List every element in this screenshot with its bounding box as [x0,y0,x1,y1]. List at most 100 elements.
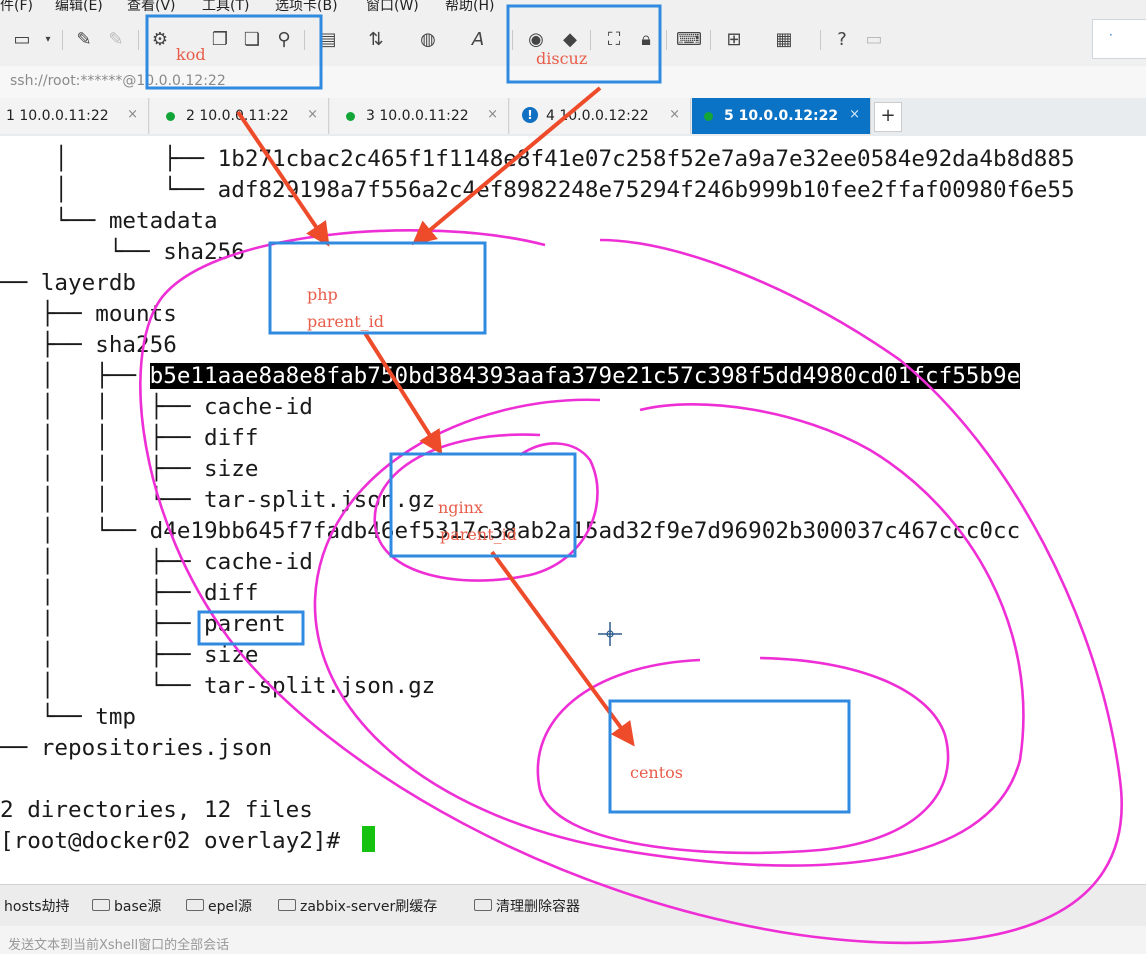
status-dot-icon [704,112,713,121]
new-tab-icon[interactable]: ⊞ [722,28,746,52]
toolbar-separator [666,30,667,50]
quick-command-label: epel源 [208,899,253,915]
keyboard-icon [474,899,492,911]
toolbar-separator [710,30,711,50]
menu-file[interactable]: 件(F) [0,0,33,14]
find-icon[interactable]: ⚲ [272,28,296,52]
terminal-line: └── metadata [0,208,218,234]
quick-command-bar: hosts劫持 base源 epel源 zabbix-server刷缓存 清理删… [0,884,1146,927]
terminal-line-prefix: │ ├── [0,363,150,389]
terminal-line: ├── mounts [0,301,177,327]
open-folder-icon[interactable]: ▭ [10,28,34,52]
address-bar[interactable]: ssh://root:******@10.0.0.12:22 [0,66,1146,99]
side-panel-toggle[interactable]: · [1092,19,1146,59]
tab-label: 2 10.0.0.11:22 [186,108,289,124]
toolbar: ▭ ▾ ✎ ✎ ⚙ ❐ ❏ ⚲ ▤ ⇅ ◍ A ◉ ◆ ⛶ 🔒︎ ⌨ ⊞ ▦ ?… [0,14,1146,66]
quick-command-zabbix[interactable]: zabbix-server刷缓存 [278,896,437,916]
terminal-line: ── repositories.json [0,735,273,761]
help-icon[interactable]: ? [830,28,854,52]
menu-window[interactable]: 窗口(W) [366,0,419,14]
tab-session-2[interactable]: 2 10.0.0.11:22 × [150,98,329,134]
keyboard-icon [92,899,110,911]
tab-session-5[interactable]: 5 10.0.0.12:22 × [692,98,871,134]
toolbar-separator [304,30,305,50]
quick-command-label: zabbix-server刷缓存 [300,899,438,915]
terminal-line: │ │ ├── diff [0,425,259,451]
dropdown-icon[interactable]: ▾ [36,28,60,52]
menu-tabs[interactable]: 选项卡(B) [275,0,338,14]
dot-icon: · [1109,28,1113,42]
xmanager-icon[interactable]: ◆ [558,28,582,52]
status-dot-icon [166,112,175,121]
terminal-line: └── tmp [0,704,137,730]
terminal-line: │ │ └── tar-split.json.gz [0,487,436,513]
lock-icon[interactable]: 🔒︎ [634,28,658,52]
new-tab-button[interactable]: + [874,102,902,132]
quick-command-epel[interactable]: epel源 [186,896,252,916]
keyboard-icon [186,899,204,911]
toolbar-separator [590,30,591,50]
shell-prompt: [root@docker02 overlay2]# [0,828,354,854]
toolbar-separator [138,30,139,50]
tab-session-4[interactable]: ! 4 10.0.0.12:22 × [510,98,691,134]
close-icon[interactable]: × [127,107,138,122]
prompt-line: [root@docker02 overlay2]# [0,826,375,857]
terminal-line: │ └── tar-split.json.gz [0,673,436,699]
tab-label: 5 10.0.0.12:22 [724,108,839,124]
terminal-line: ── layerdb [0,270,137,296]
terminal-line: │ ├── cache-id [0,549,313,575]
status-bar: 发送文本到当前Xshell窗口的全部会话 [0,926,1146,954]
terminal-line: │ └── d4e19bb645f7fadb46ef5317c38ab2a15a… [0,518,1021,544]
connect-icon[interactable]: ✎ [72,28,96,52]
tab-label: 4 10.0.0.12:22 [546,108,649,124]
close-icon[interactable]: × [669,107,680,122]
quick-command-hosts[interactable]: hosts劫持 [4,896,70,916]
terminal-line: ├── sha256 [0,332,177,358]
quick-command-cleanup[interactable]: 清理删除容器 [474,896,580,916]
terminal-line: │ ├── diff [0,580,259,606]
toolbar-separator [512,30,513,50]
transfer-icon[interactable]: ⇅ [364,28,388,52]
terminal-cursor [361,826,375,852]
tab-label: 1 10.0.0.11:22 [6,108,109,124]
menu-help[interactable]: 帮助(H) [445,0,494,14]
status-dot-icon [346,112,355,121]
print-icon[interactable]: ▤ [316,28,340,52]
keyboard-icon [278,899,296,911]
tab-label: 3 10.0.0.11:22 [366,108,469,124]
menu-tools[interactable]: 工具(T) [202,0,249,14]
close-icon[interactable]: × [849,107,860,122]
globe-icon[interactable]: ◍ [416,28,440,52]
menu-bar: 件(F) 编辑(E) 查看(V) 工具(T) 选项卡(B) 窗口(W) 帮助(H… [0,0,1146,14]
terminal[interactable]: │ ├── 1b271cbac2c465f1f1148e8f41e07c258f… [0,136,1146,884]
terminal-line: │ ├── 1b271cbac2c465f1f1148e8f41e07c258f… [0,146,1075,172]
copy-icon[interactable]: ❐ [208,28,232,52]
comment-icon[interactable]: ▭ [862,28,886,52]
close-icon[interactable]: × [487,107,498,122]
font-icon[interactable]: A [466,28,490,52]
terminal-line: │ │ ├── size [0,456,259,482]
menu-edit[interactable]: 编辑(E) [55,0,103,14]
quick-command-base[interactable]: base源 [92,896,161,916]
address-text: ssh://root:******@10.0.0.12:22 [10,73,226,89]
xftp-icon[interactable]: ◉ [524,28,548,52]
terminal-line: │ ├── size [0,642,259,668]
keyboard-icon[interactable]: ⌨ [676,28,702,52]
status-text: 发送文本到当前Xshell窗口的全部会话 [8,938,230,953]
paste-icon[interactable]: ❏ [240,28,264,52]
terminal-line: └── sha256 [0,239,245,265]
quick-command-label: 清理删除容器 [496,899,580,915]
terminal-line: │ ├── b5e11aae8a8e8fab750bd384393aafa379… [0,361,1021,392]
close-icon[interactable]: × [307,107,318,122]
tab-session-3[interactable]: 3 10.0.0.11:22 × [330,98,509,134]
tab-session-1[interactable]: 1 10.0.0.11:22 × [0,98,149,134]
layout-icon[interactable]: ▦ [772,28,796,52]
terminal-line: │ └── adf829198a7f556a2c4ef8982248e75294… [0,177,1075,203]
menu-view[interactable]: 查看(V) [127,0,176,14]
terminal-line: │ ├── parent [0,611,286,637]
terminal-line: 2 directories, 12 files [0,797,313,823]
fullscreen-icon[interactable]: ⛶ [602,28,626,52]
properties-icon[interactable]: ⚙ [148,28,172,52]
disconnect-icon[interactable]: ✎ [104,28,128,52]
toolbar-separator [62,30,63,50]
